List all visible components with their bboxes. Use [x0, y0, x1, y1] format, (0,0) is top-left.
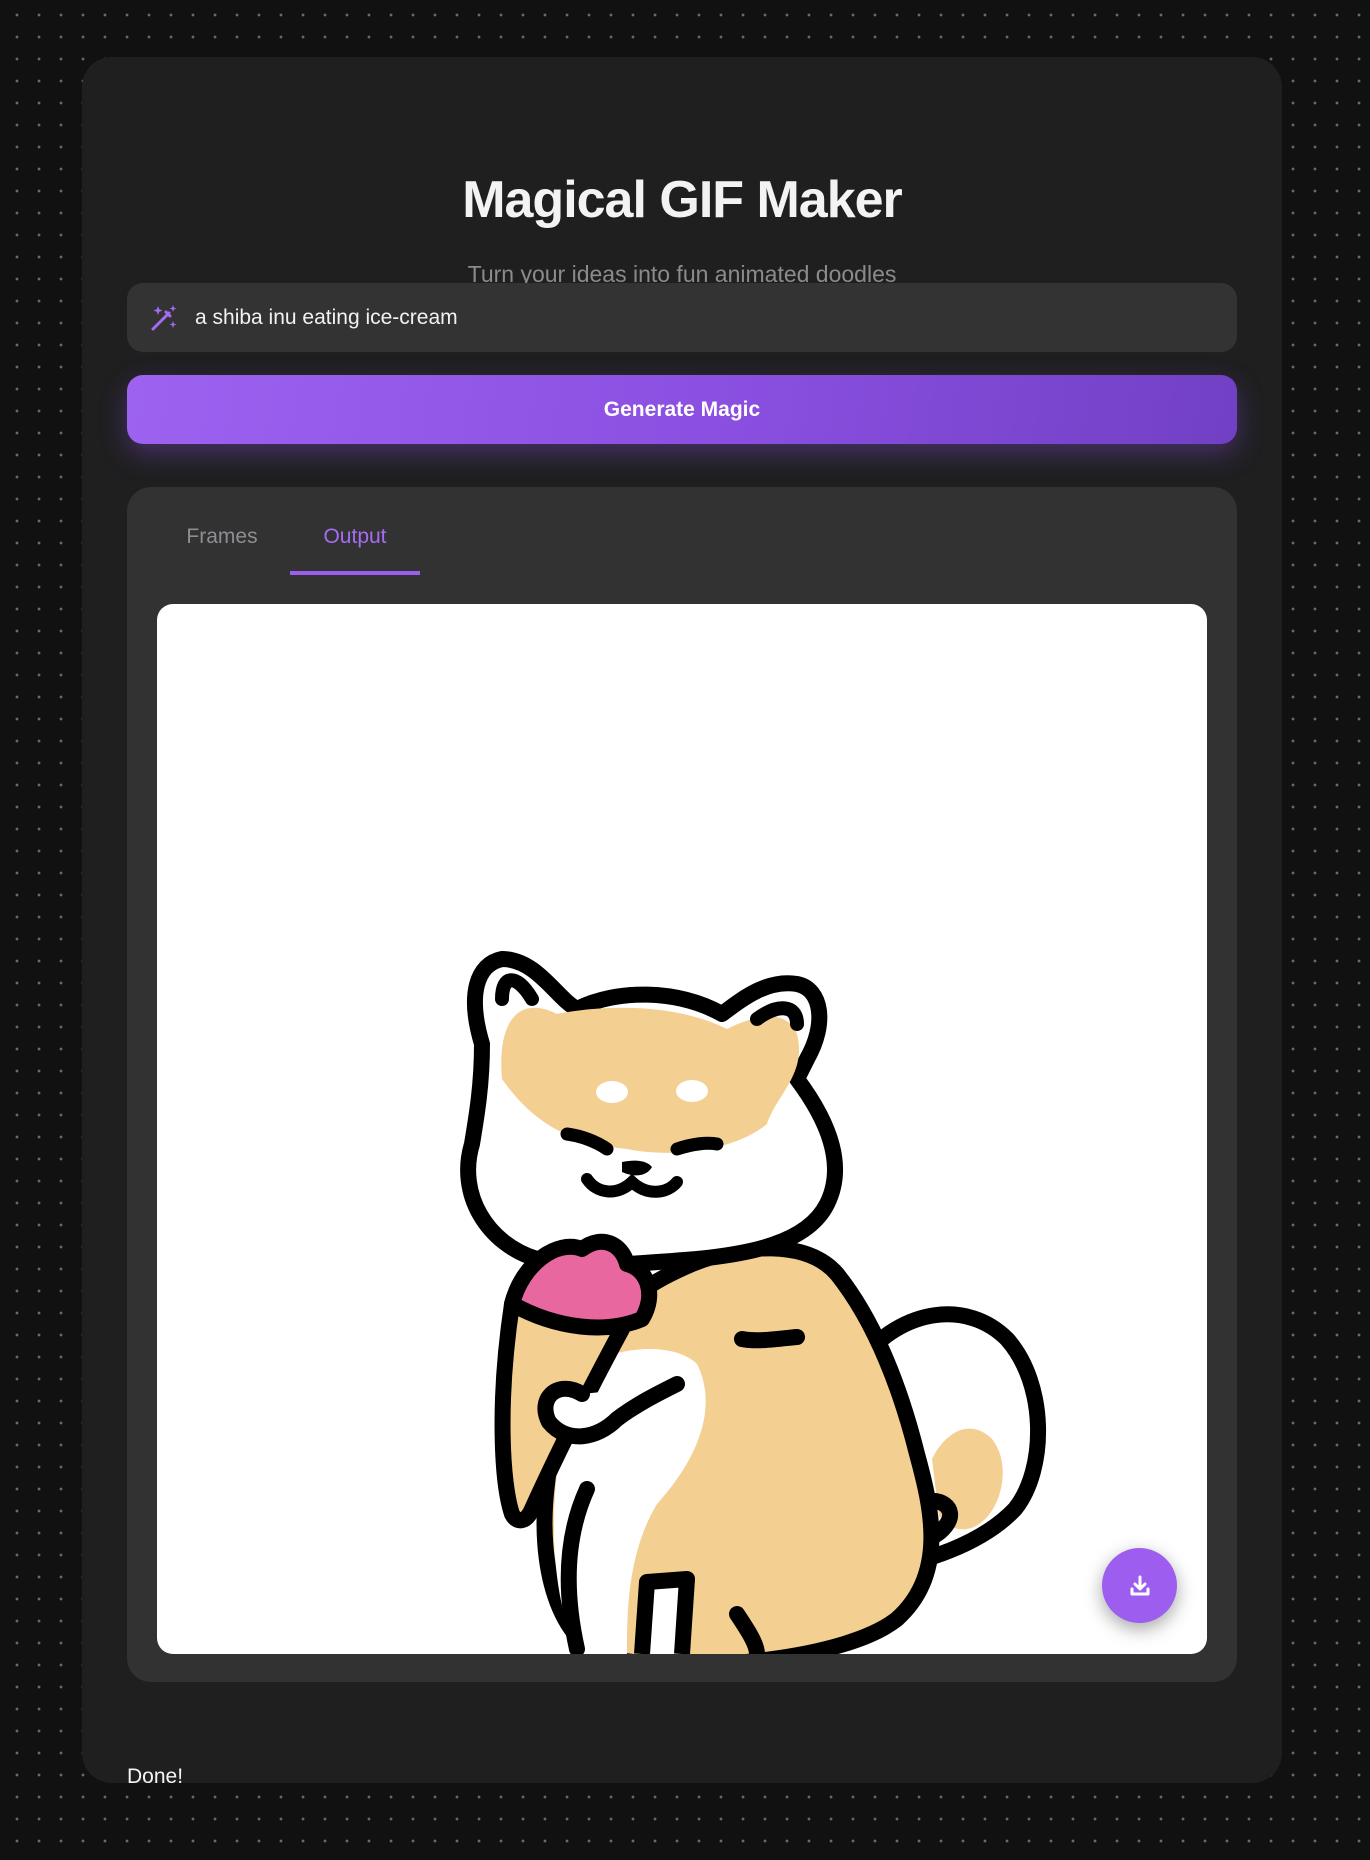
- download-button[interactable]: [1102, 1548, 1177, 1623]
- tab-frames[interactable]: Frames: [157, 525, 287, 575]
- status-text: Done!: [127, 1765, 184, 1788]
- main-card: Magical GIF Maker Turn your ideas into f…: [82, 57, 1282, 1788]
- magic-wand-icon: [151, 304, 177, 330]
- prompt-field[interactable]: [127, 283, 1237, 352]
- tab-output[interactable]: Output: [290, 525, 420, 575]
- generate-magic-button[interactable]: Generate Magic: [127, 375, 1237, 444]
- download-icon: [1130, 1575, 1149, 1595]
- shiba-ice-cream-image: [460, 951, 1047, 1654]
- gif-output-canvas: [157, 604, 1207, 1654]
- ice-cream-scoop: [504, 1233, 658, 1336]
- page-title: Magical GIF Maker: [462, 171, 903, 229]
- output-panel: Frames Output: [127, 487, 1237, 1682]
- prompt-input[interactable]: [195, 305, 1195, 330]
